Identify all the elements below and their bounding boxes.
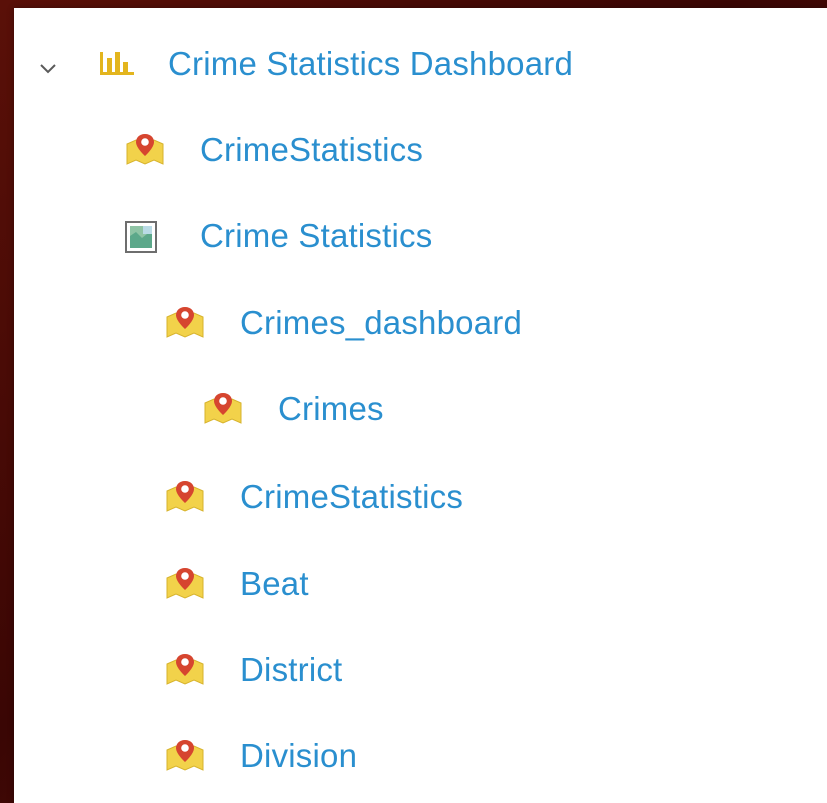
- tree-item[interactable]: CrimeStatistics: [164, 477, 463, 517]
- tree-item-label[interactable]: Crimes_dashboard: [240, 303, 522, 343]
- tree-item-label[interactable]: Beat: [240, 564, 309, 604]
- feature-layer-icon: [202, 391, 244, 427]
- tree-item[interactable]: Beat: [164, 564, 309, 604]
- tree-item-label[interactable]: Division: [240, 736, 357, 776]
- tree-item[interactable]: District: [164, 650, 342, 690]
- web-map-icon: [124, 218, 166, 254]
- feature-layer-icon: [164, 738, 206, 774]
- chevron-down-icon[interactable]: [34, 55, 62, 83]
- tree-item-label[interactable]: CrimeStatistics: [240, 477, 463, 517]
- tree-item[interactable]: Crime Statistics: [124, 216, 432, 256]
- tree-item-label[interactable]: Crime Statistics: [200, 216, 432, 256]
- tree-item-label[interactable]: District: [240, 650, 342, 690]
- feature-layer-icon: [124, 132, 166, 168]
- dashboard-icon: [98, 46, 138, 82]
- tree-root-dashboard[interactable]: Crime Statistics Dashboard: [98, 44, 573, 84]
- tree-item[interactable]: CrimeStatistics: [124, 130, 423, 170]
- tree-item[interactable]: Crimes: [202, 389, 384, 429]
- feature-layer-icon: [164, 566, 206, 602]
- feature-layer-icon: [164, 652, 206, 688]
- tree-item[interactable]: Division: [164, 736, 357, 776]
- tree-root-label[interactable]: Crime Statistics Dashboard: [168, 44, 573, 84]
- feature-layer-icon: [164, 305, 206, 341]
- tree-item[interactable]: Crimes_dashboard: [164, 303, 522, 343]
- feature-layer-icon: [164, 479, 206, 515]
- tree-item-label[interactable]: CrimeStatistics: [200, 130, 423, 170]
- tree-item-label[interactable]: Crimes: [278, 389, 384, 429]
- content-tree-panel: Crime Statistics Dashboard CrimeStatisti…: [14, 8, 827, 803]
